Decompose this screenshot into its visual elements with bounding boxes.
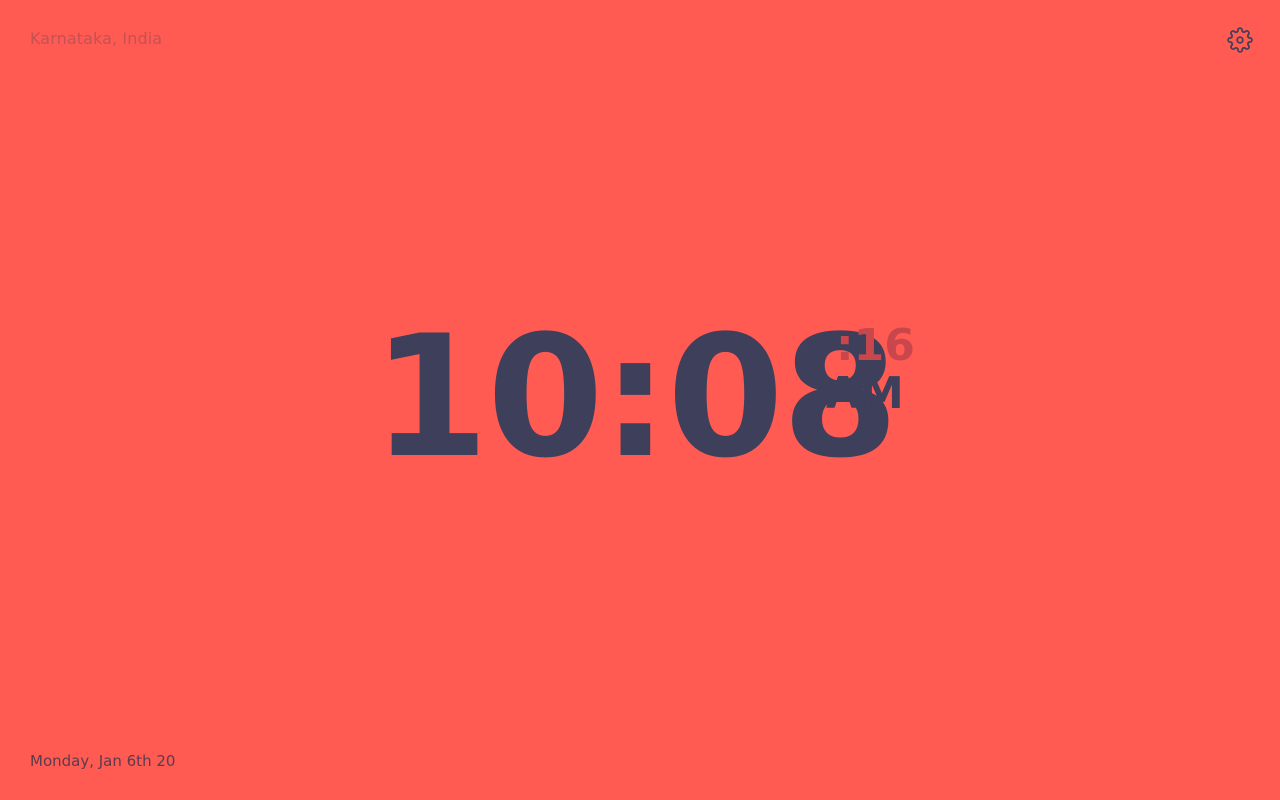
date-label: Monday, Jan 6th 20	[30, 752, 176, 770]
clock-time: 10:08	[372, 299, 899, 495]
clock-seconds: :16	[836, 320, 915, 371]
clock: 10:08 :16 AM	[0, 0, 1280, 800]
clock-period: AM	[826, 368, 904, 419]
